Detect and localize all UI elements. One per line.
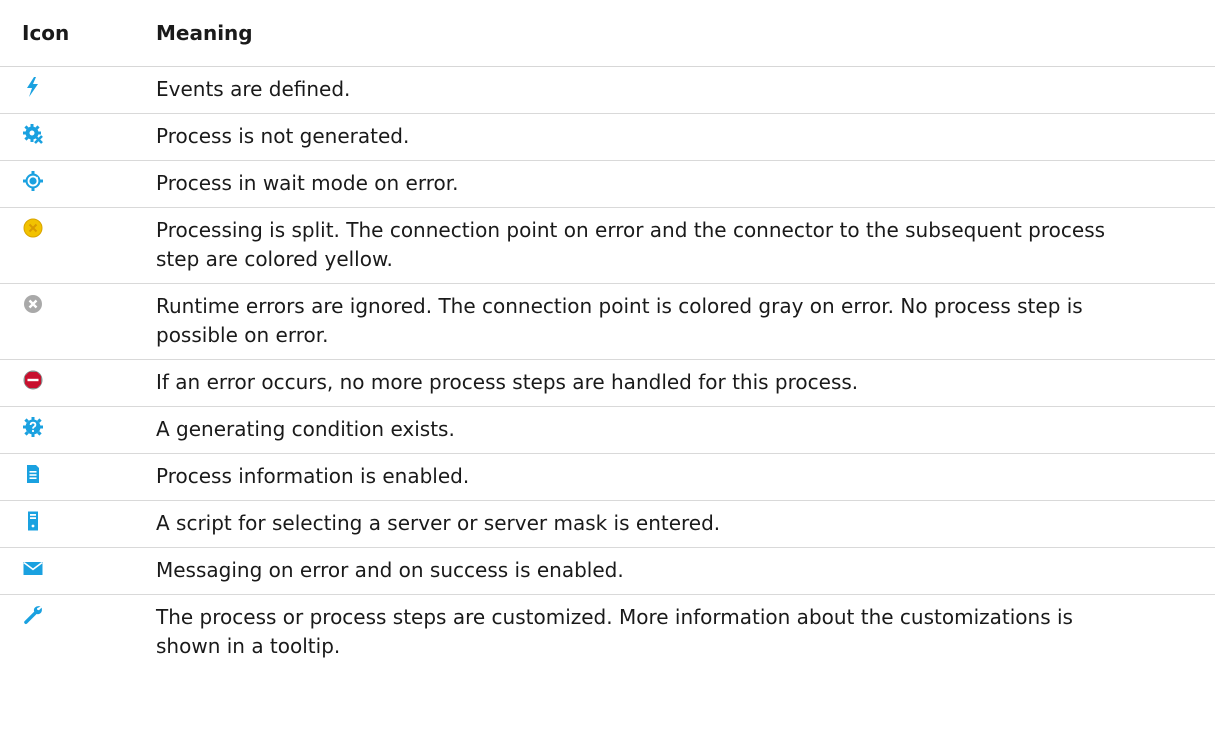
- table-row: Processing is split. The connection poin…: [0, 207, 1215, 283]
- table-row: A generating condition exists.: [0, 406, 1215, 453]
- icon-column-header: Icon: [22, 20, 70, 45]
- row-meaning: Messaging on error and on success is ena…: [156, 557, 624, 582]
- meaning-column-header: Meaning: [156, 20, 253, 45]
- table-row: Process is not generated.: [0, 113, 1215, 160]
- table-row: The process or process steps are customi…: [0, 594, 1215, 670]
- table-row: Events are defined.: [0, 66, 1215, 113]
- gear-with-x-icon: [22, 123, 44, 145]
- yellow-split-circle-icon: [22, 217, 44, 239]
- table-header: Icon Meaning: [0, 0, 1215, 66]
- gear-question-icon: [22, 416, 44, 438]
- table-row: If an error occurs, no more process step…: [0, 359, 1215, 406]
- table-row: Process in wait mode on error.: [0, 160, 1215, 207]
- wrench-icon: [22, 604, 44, 626]
- server-icon: [22, 510, 44, 532]
- lightning-bolt-icon: [22, 76, 44, 98]
- row-meaning: Events are defined.: [156, 76, 351, 101]
- row-meaning: A generating condition exists.: [156, 416, 455, 441]
- row-meaning: If an error occurs, no more process step…: [156, 369, 859, 394]
- row-meaning: The process or process steps are customi…: [156, 604, 1073, 658]
- row-meaning: A script for selecting a server or serve…: [156, 510, 721, 535]
- gear-refresh-icon: [22, 170, 44, 192]
- document-icon: [22, 463, 44, 485]
- row-meaning: Runtime errors are ignored. The connecti…: [156, 293, 1083, 347]
- row-meaning: Process information is enabled.: [156, 463, 470, 488]
- table-row: Runtime errors are ignored. The connecti…: [0, 283, 1215, 359]
- table-row: A script for selecting a server or serve…: [0, 500, 1215, 547]
- stop-sign-icon: [22, 369, 44, 391]
- gray-x-circle-icon: [22, 293, 44, 315]
- row-meaning: Process in wait mode on error.: [156, 170, 459, 195]
- table-row: Messaging on error and on success is ena…: [0, 547, 1215, 594]
- envelope-icon: [22, 557, 44, 579]
- row-meaning: Process is not generated.: [156, 123, 410, 148]
- row-meaning: Processing is split. The connection poin…: [156, 217, 1106, 271]
- icon-meaning-table: Icon Meaning Events are defined. Process…: [0, 0, 1215, 670]
- table-row: Process information is enabled.: [0, 453, 1215, 500]
